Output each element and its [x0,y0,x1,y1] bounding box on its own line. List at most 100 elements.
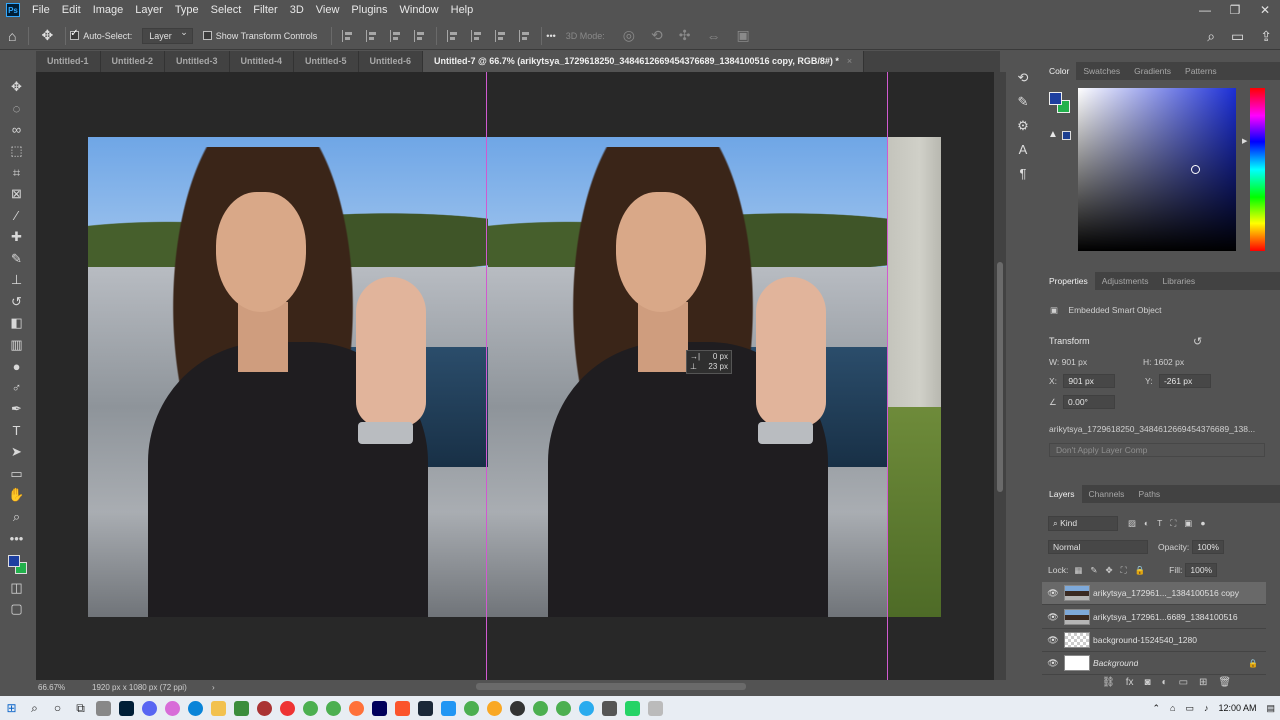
align-top-icon[interactable] [447,29,459,42]
gamut-correction-swatch[interactable] [1062,131,1071,140]
menu-image[interactable]: Image [87,0,130,20]
width-value[interactable]: 901 px [1062,357,1088,367]
share-icon[interactable]: ⇪ [1252,28,1280,45]
screen-mode-icon[interactable]: ▢ [4,599,30,621]
marquee-tool-icon[interactable]: ◌ [4,98,30,120]
foreground-color-swatch[interactable] [7,555,20,567]
photo-layer-copy[interactable] [488,137,888,617]
menu-plugins[interactable]: Plugins [345,0,393,20]
angle-field[interactable]: 0.00° [1063,395,1115,409]
align-center-icon[interactable] [366,29,378,42]
close-window-button[interactable]: ✕ [1250,0,1280,20]
layer-name[interactable]: arikytsya_172961...6689_1384100516 [1093,612,1238,622]
minimize-button[interactable]: — [1190,0,1220,20]
search-icon[interactable]: ⌕ [1199,28,1223,45]
tab-swatches[interactable]: Swatches [1076,62,1127,80]
canvas-vertical-scrollbar[interactable] [994,72,1006,680]
app-icon[interactable] [257,700,272,716]
layer-name[interactable]: background-1524540_1280 [1093,635,1197,645]
visibility-eye-icon[interactable]: 👁 [1042,635,1064,646]
tab-untitled-7[interactable]: Untitled-7 @ 66.7% (arikytsya_1729618250… [423,51,865,72]
tab-gradients[interactable]: Gradients [1127,62,1178,80]
volume-icon[interactable]: ♪ [1199,703,1214,713]
photoshop-taskbar-icon[interactable] [119,700,134,716]
adjustment-icon[interactable]: ◐ [1162,677,1168,688]
hue-slider[interactable] [1250,88,1265,251]
type-tool-icon[interactable]: T [4,420,30,442]
canvas-area[interactable]: →| 0 px ⊥ 23 px [36,72,994,680]
layer-row[interactable]: 👁 Background 🔒 [1042,652,1266,675]
firefox-icon[interactable] [349,700,364,716]
menu-view[interactable]: View [310,0,346,20]
tool-presets-icon[interactable]: ⚙ [1017,114,1029,138]
menu-3d[interactable]: 3D [284,0,310,20]
foreground-color-swatch[interactable] [1049,92,1062,105]
align-bottom-icon[interactable] [495,29,507,42]
workspace-icon[interactable]: ▭ [1223,28,1252,45]
new-layer-icon[interactable]: ⊞ [1199,677,1207,688]
layer-filter-dropdown[interactable]: ⌕ Kind [1048,516,1118,531]
blur-tool-icon[interactable]: ● [4,356,30,378]
hand-tool-icon[interactable]: ✋ [4,485,30,507]
chrome-icon[interactable] [556,700,571,716]
clock-time[interactable]: 12:00 AM [1213,703,1261,713]
3d-slide-icon[interactable]: ⇔ [698,28,728,44]
opera-icon[interactable] [280,700,295,716]
hue-slider-marker-icon[interactable]: ▶ [1242,137,1247,145]
align-middle-icon[interactable] [471,29,483,42]
move-tool-icon[interactable]: ✥ [4,76,30,98]
menu-filter[interactable]: Filter [247,0,283,20]
checkbox-checked-icon[interactable] [70,28,80,40]
app-icon[interactable] [602,700,617,716]
distribute-icon[interactable] [414,29,426,42]
tab-paths[interactable]: Paths [1131,485,1167,503]
crop-tool-icon[interactable]: ⌗ [4,162,30,184]
y-position-field[interactable]: -261 px [1158,374,1211,388]
tab-untitled-1[interactable]: Untitled-1 [36,51,101,72]
menu-select[interactable]: Select [205,0,248,20]
visibility-eye-icon[interactable]: 👁 [1042,658,1064,669]
edit-toolbar-icon[interactable]: ••• [4,528,30,550]
eraser-tool-icon[interactable]: ◧ [4,313,30,335]
path-selection-tool-icon[interactable]: ➤ [4,442,30,464]
tab-color[interactable]: Color [1042,62,1077,80]
reset-transform-icon[interactable]: ↺ [1193,335,1202,348]
lock-options-icons[interactable]: ▦✎✥⛶🔒 [1074,565,1153,576]
tab-untitled-5[interactable]: Untitled-5 [294,51,359,72]
3d-camera-icon[interactable]: ▣ [728,27,757,44]
tab-channels[interactable]: Channels [1082,485,1132,503]
3d-pan-icon[interactable]: ✣ [671,27,699,44]
gradient-tool-icon[interactable]: ▥ [4,334,30,356]
app-icon[interactable] [487,700,502,716]
quick-mask-icon[interactable]: ◫ [4,577,30,599]
move-tool-icon[interactable]: ✥ [33,27,61,44]
menu-type[interactable]: Type [169,0,205,20]
brush-settings-icon[interactable]: ✎ [1018,90,1029,114]
align-right-icon[interactable] [390,29,402,42]
blend-mode-dropdown[interactable]: Normal [1048,540,1148,554]
link-icon[interactable]: ⛓ [1102,677,1115,688]
height-value[interactable]: 1602 px [1154,357,1184,367]
home-icon[interactable]: ⌂ [0,28,24,44]
chrome-icon[interactable] [533,700,548,716]
battery-icon[interactable]: ▭ [1180,703,1199,714]
distribute-vertical-icon[interactable] [519,29,531,42]
lasso-tool-icon[interactable]: ∞ [4,119,30,141]
chrome-icon[interactable] [303,700,318,716]
menu-layer[interactable]: Layer [129,0,169,20]
history-brush-tool-icon[interactable]: ↺ [4,291,30,313]
tab-untitled-6[interactable]: Untitled-6 [359,51,423,72]
tab-untitled-3[interactable]: Untitled-3 [165,51,230,72]
brush-tool-icon[interactable]: ✎ [4,248,30,270]
tab-layers[interactable]: Layers [1042,485,1082,503]
layer-name[interactable]: arikytsya_172961..._1384100516 copy [1093,588,1239,598]
task-view-icon[interactable]: ⧉ [69,696,92,720]
trash-icon[interactable]: 🗑 [1218,677,1231,688]
show-transform-controls-checkbox[interactable]: Show Transform Controls [202,31,317,41]
system-tray-chevron-icon[interactable]: ⌃ [1147,703,1165,714]
tab-libraries[interactable]: Libraries [1156,272,1203,290]
file-explorer-icon[interactable] [211,700,226,716]
zoom-tool-icon[interactable]: ⌕ [4,506,30,528]
app-icon[interactable] [648,700,663,716]
discord-icon[interactable] [142,700,157,716]
